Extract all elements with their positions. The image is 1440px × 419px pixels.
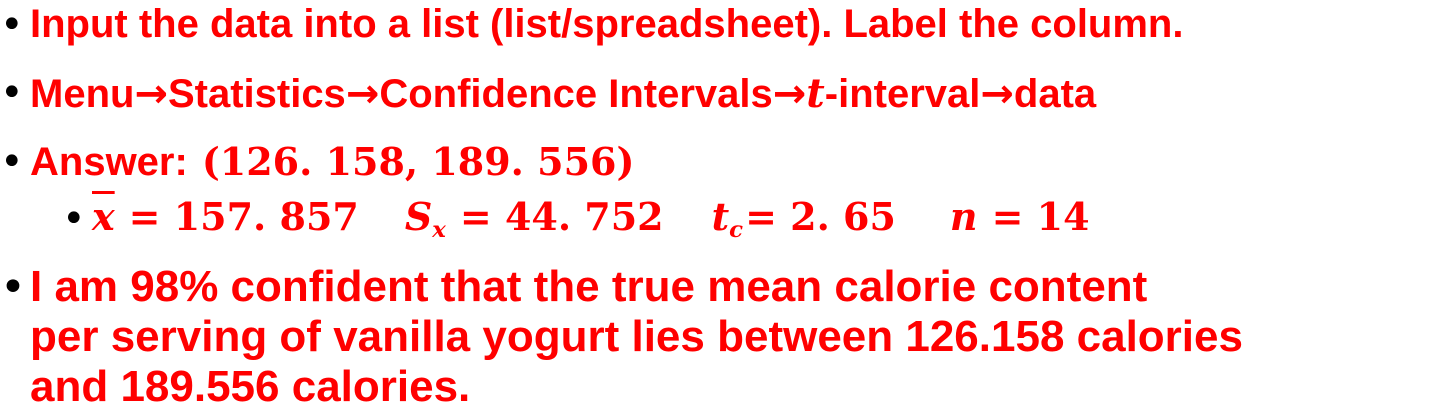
bullet-marker: • bbox=[0, 2, 24, 48]
answer-label: Answer: bbox=[30, 140, 188, 184]
confidence-intervals-label: Confidence Intervals bbox=[379, 72, 773, 116]
bullet-marker: • bbox=[0, 70, 24, 116]
conclusion-statement: I am 98% confident that the true mean ca… bbox=[30, 262, 1243, 412]
n-symbol: n bbox=[949, 194, 978, 239]
bullet-marker: • bbox=[0, 139, 24, 185]
xbar-symbol: x bbox=[92, 194, 115, 239]
arrow-right-icon: → bbox=[980, 71, 1014, 117]
xbar-value: = 157. 857 bbox=[128, 194, 359, 239]
arrow-right-icon: → bbox=[345, 71, 380, 117]
n-value: = 14 bbox=[991, 194, 1090, 239]
bullet-marker: • bbox=[0, 262, 26, 313]
arrow-right-icon: → bbox=[772, 71, 807, 117]
sx-value: = 44. 752 bbox=[459, 194, 664, 239]
tc-symbol: tc bbox=[711, 194, 744, 243]
sx-symbol: Sx bbox=[404, 194, 446, 243]
sub-bullet-marker: • bbox=[62, 196, 86, 242]
statistics-label: Statistics bbox=[167, 72, 346, 116]
statistics-summary: x = 157. 857 Sx = 44. 752 tc = 2. 65 n =… bbox=[92, 194, 1090, 243]
data-label: data bbox=[1013, 72, 1097, 116]
t-interval-label: -interval bbox=[824, 72, 981, 116]
conclusion-line-3: and 189.556 calories. bbox=[30, 362, 471, 411]
conclusion-line-1: I am 98% confident that the true mean ca… bbox=[30, 262, 1148, 311]
arrow-right-icon: → bbox=[134, 71, 168, 117]
answer-line: Answer: (126. 158, 189. 556) bbox=[30, 139, 634, 185]
conclusion-line-2: per serving of vanilla yogurt lies betwe… bbox=[30, 312, 1243, 361]
instruction-input-data: Input the data into a list (list/spreads… bbox=[30, 2, 1184, 46]
answer-interval: (126. 158, 189. 556) bbox=[201, 139, 635, 184]
slide: • Input the data into a list (list/sprea… bbox=[0, 0, 1440, 419]
tc-value: = 2. 65 bbox=[745, 194, 896, 239]
menu-label: Menu bbox=[30, 72, 135, 116]
instruction-menu-path: Menu → Statistics → Confidence Intervals… bbox=[30, 70, 1096, 117]
t-symbol: t bbox=[806, 70, 825, 117]
